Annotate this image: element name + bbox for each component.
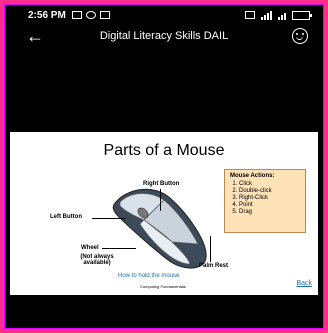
mouse-actions-list: Click Double-click Right-Click Point Dra… — [230, 181, 300, 215]
wheel-label: Wheel — [81, 245, 99, 251]
left-button-pointer — [92, 218, 126, 219]
mouse-action-item: Drag — [239, 209, 300, 215]
palm-rest-label: Palm Rest — [199, 263, 229, 269]
wheel-note: (Not always available) — [80, 254, 114, 266]
left-button-label: Left Button — [50, 214, 82, 220]
mouse-actions-box: Mouse Actions: Click Double-click Right-… — [224, 169, 306, 233]
message-icon — [71, 11, 82, 19]
vowifi-icon — [245, 11, 255, 19]
wheel-pointer — [102, 248, 136, 249]
notification-icons — [71, 11, 110, 19]
whatsapp-icon — [85, 11, 96, 19]
slide-back-link[interactable]: Back — [296, 280, 312, 287]
status-time: 2:56 PM — [28, 9, 66, 21]
palm-rest-pointer — [210, 236, 211, 262]
notes-icon — [99, 11, 110, 19]
smiley-icon[interactable] — [292, 28, 308, 44]
mouse-action-item: Double-click — [239, 188, 300, 194]
signal-2-icon — [278, 10, 286, 20]
mouse-illustration — [110, 180, 220, 272]
mouse-image — [112, 188, 207, 269]
mouse-action-item: Right-Click — [239, 195, 300, 201]
screen-frame: 2:56 PM ← Digital Literacy Skills DAIL P… — [0, 0, 328, 333]
mouse-action-item: Point — [239, 202, 300, 208]
slide-content: Parts of a Mouse Right Button Left Butto… — [10, 132, 318, 295]
mouse-action-item: Click — [239, 181, 300, 187]
page-title: Digital Literacy Skills DAIL — [99, 30, 229, 42]
slide-footer: Computing Fundamentals — [140, 284, 186, 289]
signal-icon — [261, 10, 272, 20]
app-header: ← Digital Literacy Skills DAIL — [4, 26, 324, 48]
status-bar: 2:56 PM — [4, 4, 324, 26]
battery-icon — [292, 10, 312, 20]
mouse-actions-header: Mouse Actions: — [230, 173, 275, 179]
right-button-pointer — [160, 189, 161, 211]
slide-title: Parts of a Mouse — [103, 142, 225, 159]
status-right — [245, 10, 312, 20]
right-button-label: Right Button — [143, 181, 180, 187]
how-to-hold-mouse-link[interactable]: How to hold the mouse — [118, 273, 179, 279]
